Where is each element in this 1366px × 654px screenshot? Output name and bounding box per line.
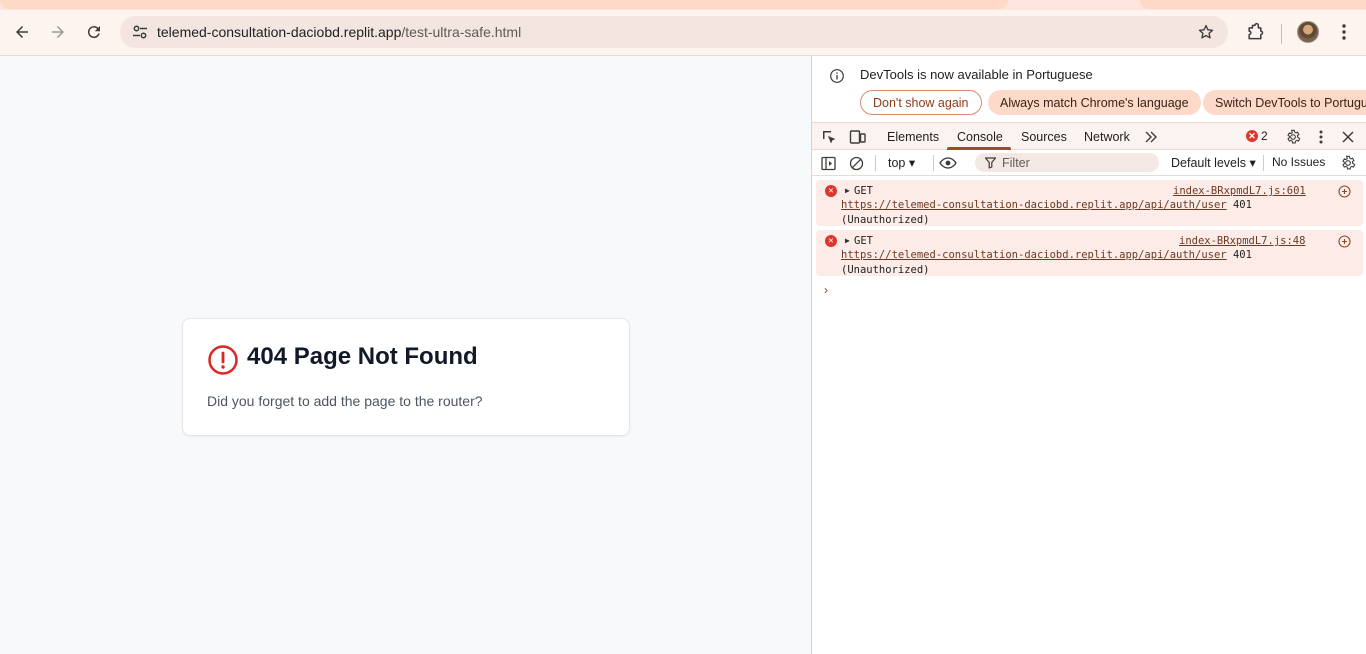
- expand-triangle-icon[interactable]: ▶: [845, 186, 850, 195]
- background-tab[interactable]: [1140, 0, 1366, 9]
- page-description: Did you forget to add the page to the ro…: [207, 393, 483, 409]
- more-tabs-chevron-icon[interactable]: [1141, 127, 1161, 147]
- dont-show-again-button[interactable]: Don't show again: [860, 90, 982, 115]
- infobar-message: DevTools is now available in Portuguese: [860, 67, 1093, 82]
- log-levels-dropdown[interactable]: Default levels ▾: [1171, 155, 1256, 170]
- toolbar-divider: [875, 155, 876, 171]
- close-icon[interactable]: [1338, 127, 1358, 147]
- url-path: /test-ultra-safe.html: [401, 24, 522, 40]
- bookmark-star-icon[interactable]: [1196, 22, 1216, 42]
- tab-elements[interactable]: Elements: [887, 130, 939, 144]
- extensions-puzzle-icon[interactable]: [1243, 20, 1267, 44]
- levels-value: Default levels: [1171, 156, 1247, 170]
- status-text: (Unauthorized): [841, 264, 930, 276]
- status-code: 401: [1232, 249, 1252, 261]
- device-toolbar-icon[interactable]: [847, 127, 867, 147]
- active-tab[interactable]: [0, 0, 1008, 9]
- tab-network[interactable]: Network: [1084, 130, 1130, 144]
- request-line: https://telemed-consultation-daciobd.rep…: [841, 199, 1252, 211]
- error-count: 2: [1261, 129, 1268, 143]
- filter-placeholder: Filter: [1002, 156, 1030, 170]
- page-title: 404 Page Not Found: [247, 343, 478, 370]
- tab-sources[interactable]: Sources: [1021, 130, 1067, 144]
- tab-console[interactable]: Console: [957, 130, 1003, 144]
- clear-console-icon[interactable]: [846, 153, 866, 173]
- console-toolbar: top ▾ Filter Default levels ▾ No Issues: [812, 150, 1366, 176]
- console-error-message[interactable]: ✕ ▶ GET index-BRxpmdL7.js:601 https://te…: [816, 180, 1363, 226]
- browser-toolbar: telemed-consultation-daciobd.replit.app/…: [0, 10, 1366, 56]
- devtools-panel: DevTools is now available in Portuguese …: [811, 56, 1366, 654]
- error-counter[interactable]: ✕ 2: [1246, 129, 1268, 143]
- language-infobar: DevTools is now available in Portuguese …: [812, 56, 1366, 122]
- inspect-element-icon[interactable]: [819, 127, 839, 147]
- back-button[interactable]: [8, 18, 36, 46]
- request-line: https://telemed-consultation-daciobd.rep…: [841, 249, 1252, 261]
- context-selector[interactable]: top ▾: [888, 155, 915, 170]
- forward-arrow-icon: [52, 26, 64, 38]
- request-method: GET: [854, 235, 873, 247]
- error-icon: ✕: [825, 235, 837, 247]
- toolbar-divider: [1281, 24, 1282, 44]
- site-settings-icon[interactable]: [128, 20, 152, 44]
- toolbar-divider: [933, 155, 934, 171]
- dropdown-arrow-icon: ▾: [908, 156, 916, 170]
- request-url[interactable]: https://telemed-consultation-daciobd.rep…: [841, 249, 1227, 261]
- console-filter-input[interactable]: Filter: [975, 153, 1159, 172]
- source-link[interactable]: index-BRxpmdL7.js:48: [1179, 235, 1305, 247]
- request-method: GET: [854, 185, 873, 197]
- reload-button[interactable]: [80, 18, 108, 46]
- page-viewport: 404 Page Not Found Did you forget to add…: [0, 56, 811, 654]
- back-arrow-icon: [16, 26, 28, 38]
- console-error-message[interactable]: ✕ ▶ GET index-BRxpmdL7.js:48 https://tel…: [816, 230, 1363, 276]
- switch-devtools-language-button[interactable]: Switch DevTools to Portuguese: [1203, 90, 1366, 115]
- network-request-icon[interactable]: [1338, 235, 1351, 248]
- devtools-tab-bar: Elements Console Sources Network ✕ 2: [812, 122, 1366, 150]
- network-request-icon[interactable]: [1338, 185, 1351, 198]
- expand-triangle-icon[interactable]: ▶: [845, 236, 850, 245]
- filter-funnel-icon: [984, 157, 997, 169]
- always-match-language-button[interactable]: Always match Chrome's language: [988, 90, 1201, 115]
- forward-button[interactable]: [44, 18, 72, 46]
- toolbar-divider: [1263, 155, 1264, 171]
- error-icon: ✕: [1246, 130, 1258, 142]
- devtools-menu-icon[interactable]: [1311, 127, 1331, 147]
- console-prompt[interactable]: ›: [824, 283, 828, 297]
- url-host: telemed-consultation-daciobd.replit.app: [157, 24, 402, 40]
- live-expression-eye-icon[interactable]: [938, 153, 958, 173]
- kebab-menu-icon[interactable]: [1332, 20, 1356, 44]
- request-url[interactable]: https://telemed-consultation-daciobd.rep…: [841, 199, 1227, 211]
- reload-icon: [87, 26, 100, 39]
- profile-avatar[interactable]: [1297, 21, 1319, 43]
- status-code: 401: [1232, 199, 1252, 211]
- source-link[interactable]: index-BRxpmdL7.js:601: [1173, 185, 1306, 197]
- context-value: top: [888, 156, 906, 170]
- sidebar-toggle-icon[interactable]: [818, 153, 838, 173]
- alert-circle-icon: [208, 345, 238, 375]
- url-text[interactable]: telemed-consultation-daciobd.replit.app/…: [157, 24, 521, 40]
- status-text: (Unauthorized): [841, 214, 930, 226]
- console-settings-gear-icon[interactable]: [1338, 153, 1358, 173]
- tab-strip: [0, 0, 1366, 10]
- issues-counter[interactable]: No Issues: [1272, 155, 1325, 169]
- dropdown-arrow-icon: ▾: [1249, 156, 1256, 170]
- settings-gear-icon[interactable]: [1283, 127, 1303, 147]
- address-bar[interactable]: telemed-consultation-daciobd.replit.app/…: [120, 16, 1228, 48]
- error-icon: ✕: [825, 185, 837, 197]
- info-icon: [830, 69, 844, 83]
- not-found-card: 404 Page Not Found Did you forget to add…: [182, 318, 630, 436]
